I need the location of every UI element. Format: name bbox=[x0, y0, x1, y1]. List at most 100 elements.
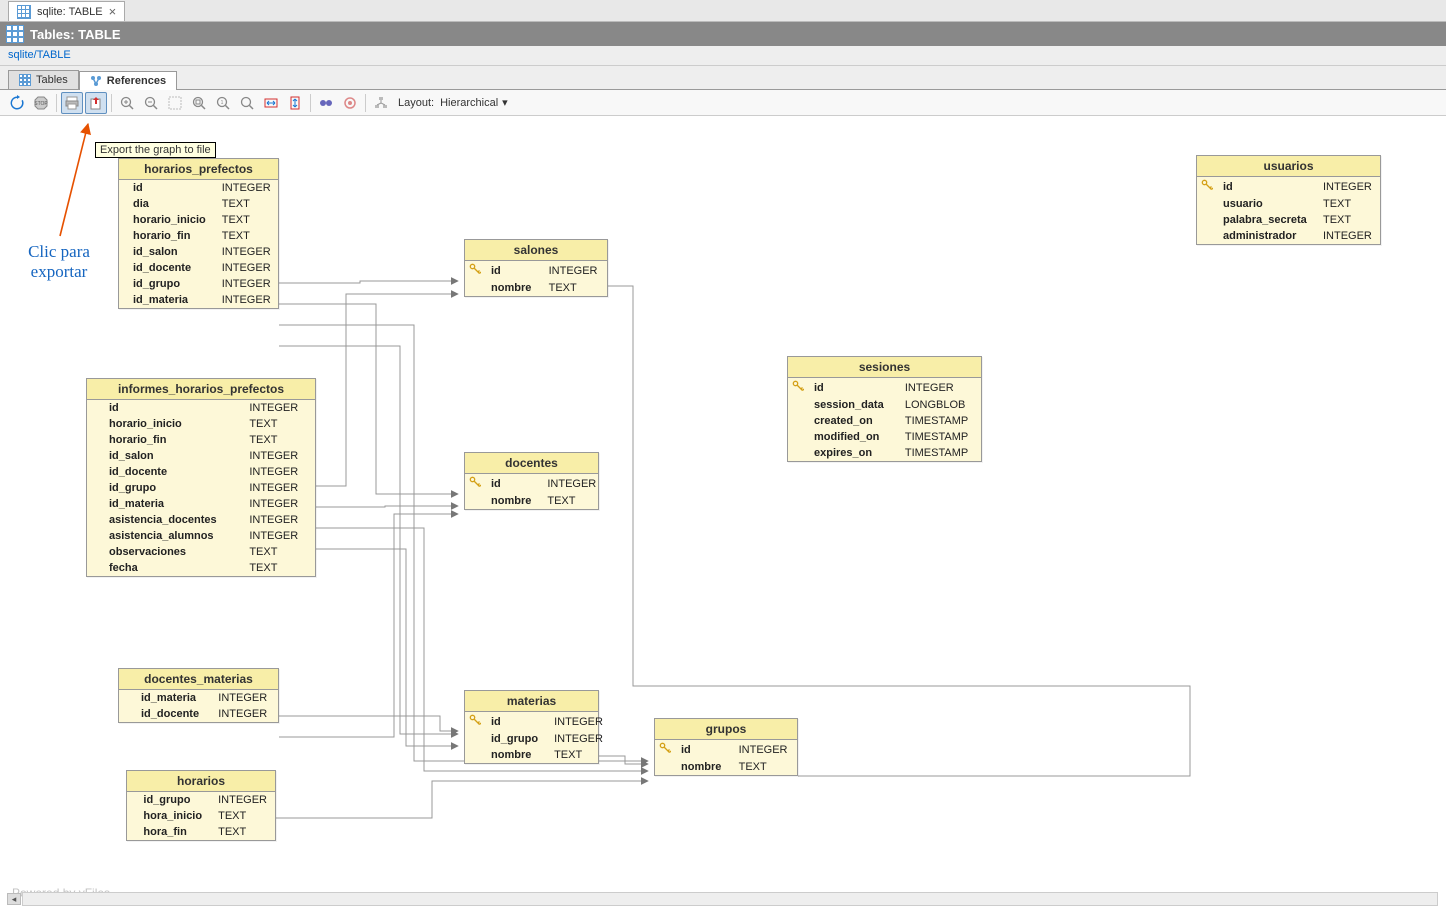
table-row: asistencia_docentesINTEGER bbox=[87, 512, 315, 528]
table-row: idINTEGER bbox=[87, 400, 315, 416]
table-row: session_dataLONGBLOB bbox=[788, 397, 981, 413]
db-table-usuarios[interactable]: usuariosidINTEGERusuarioTEXTpalabra_secr… bbox=[1196, 155, 1381, 245]
zoom-select-button[interactable] bbox=[164, 92, 186, 114]
svg-text:STOP: STOP bbox=[34, 101, 48, 107]
table-row: administradorINTEGER bbox=[1197, 228, 1380, 244]
tab-tables[interactable]: Tables bbox=[8, 70, 79, 89]
zoom-in-button[interactable] bbox=[116, 92, 138, 114]
db-table-docentes_materias[interactable]: docentes_materiasid_materiaINTEGERid_doc… bbox=[118, 668, 279, 723]
layout-dropdown[interactable]: Hierarchical ▾ bbox=[440, 96, 508, 109]
db-table-grupos[interactable]: gruposidINTEGERnombreTEXT bbox=[654, 718, 798, 776]
table-row: idINTEGER bbox=[465, 261, 607, 280]
table-row: id_docenteINTEGER bbox=[119, 706, 278, 722]
table-row: expires_onTIMESTAMP bbox=[788, 445, 981, 461]
export-tooltip: Export the graph to file bbox=[95, 142, 216, 158]
table-row: idINTEGER bbox=[788, 378, 981, 397]
table-row: id_grupoINTEGER bbox=[127, 792, 275, 808]
fit-width-button[interactable] bbox=[260, 92, 282, 114]
zoom-autofit-button[interactable] bbox=[236, 92, 258, 114]
title-bar-label: Tables: TABLE bbox=[30, 27, 121, 42]
db-table-title: informes_horarios_prefectos bbox=[87, 379, 315, 400]
layout-prefix: Layout: bbox=[398, 97, 434, 109]
table-row: id_docenteINTEGER bbox=[119, 260, 279, 276]
table-row: horario_inicioTEXT bbox=[87, 416, 315, 432]
layout-value: Hierarchical bbox=[440, 97, 498, 109]
table-row: palabra_secretaTEXT bbox=[1197, 212, 1380, 228]
chevron-down-icon: ▾ bbox=[502, 96, 508, 109]
layout-icon-button[interactable] bbox=[370, 92, 392, 114]
table-row: asistencia_alumnosINTEGER bbox=[87, 528, 315, 544]
close-tab-icon[interactable]: × bbox=[109, 4, 117, 19]
breadcrumb[interactable]: sqlite/TABLE bbox=[0, 46, 1446, 66]
table-row: usuarioTEXT bbox=[1197, 196, 1380, 212]
stop-button[interactable]: STOP bbox=[30, 92, 52, 114]
tab-label: Tables bbox=[36, 74, 68, 86]
diagram-canvas[interactable]: Clic para exportar Export the graph to f… bbox=[0, 116, 1446, 906]
table-grid-icon bbox=[17, 5, 31, 19]
db-table-docentes[interactable]: docentesidINTEGERnombreTEXT bbox=[464, 452, 599, 510]
primary-key-icon bbox=[469, 714, 481, 726]
table-row: id_docenteINTEGER bbox=[87, 464, 315, 480]
db-table-title: docentes bbox=[465, 453, 598, 474]
db-table-title: usuarios bbox=[1197, 156, 1380, 177]
table-row: fechaTEXT bbox=[87, 560, 315, 576]
tab-label: References bbox=[107, 75, 166, 87]
fit-height-button[interactable] bbox=[284, 92, 306, 114]
print-button[interactable] bbox=[61, 92, 83, 114]
primary-key-icon bbox=[659, 742, 671, 754]
horizontal-scrollbar[interactable]: ◂ bbox=[22, 892, 1438, 906]
table-row: hora_inicioTEXT bbox=[127, 808, 275, 824]
primary-key-icon bbox=[469, 263, 481, 275]
table-row: horario_finTEXT bbox=[119, 228, 279, 244]
toolbar-separator bbox=[310, 94, 311, 112]
table-row: id_grupoINTEGER bbox=[465, 731, 611, 747]
table-row: nombreTEXT bbox=[465, 280, 607, 296]
annotation-arrow bbox=[0, 116, 120, 266]
annotation-text: Clic para exportar bbox=[14, 242, 104, 283]
export-button[interactable] bbox=[85, 92, 107, 114]
db-table-title: horarios_prefectos bbox=[119, 159, 278, 180]
settings-button[interactable] bbox=[339, 92, 361, 114]
primary-key-icon bbox=[792, 380, 804, 392]
table-row: nombreTEXT bbox=[655, 759, 797, 775]
db-table-title: materias bbox=[465, 691, 598, 712]
tab-references[interactable]: References bbox=[79, 71, 177, 90]
view-mode-button[interactable] bbox=[315, 92, 337, 114]
db-table-title: grupos bbox=[655, 719, 797, 740]
table-row: created_onTIMESTAMP bbox=[788, 413, 981, 429]
scroll-left-button[interactable]: ◂ bbox=[7, 893, 21, 905]
toolbar-separator bbox=[111, 94, 112, 112]
file-tab[interactable]: sqlite: TABLE × bbox=[8, 1, 125, 21]
table-row: idINTEGER bbox=[465, 474, 604, 493]
toolbar-separator bbox=[365, 94, 366, 112]
zoom-out-button[interactable] bbox=[140, 92, 162, 114]
table-row: idINTEGER bbox=[119, 180, 279, 196]
app-root: sqlite: TABLE × Tables: TABLE sqlite/TAB… bbox=[0, 0, 1446, 906]
toolbar-separator bbox=[56, 94, 57, 112]
table-row: idINTEGER bbox=[465, 712, 611, 731]
db-table-title: horarios bbox=[127, 771, 275, 792]
table-row: id_salonINTEGER bbox=[119, 244, 279, 260]
db-table-horarios[interactable]: horariosid_grupoINTEGERhora_inicioTEXTho… bbox=[126, 770, 276, 841]
table-row: idINTEGER bbox=[1197, 177, 1380, 196]
table-row: nombreTEXT bbox=[465, 493, 604, 509]
db-table-salones[interactable]: salonesidINTEGERnombreTEXT bbox=[464, 239, 608, 297]
table-row: id_materiaINTEGER bbox=[119, 292, 279, 308]
table-row: horario_inicioTEXT bbox=[119, 212, 279, 228]
filetab-row: sqlite: TABLE × bbox=[0, 0, 1446, 22]
db-table-informes_horarios_prefectos[interactable]: informes_horarios_prefectosidINTEGERhora… bbox=[86, 378, 316, 577]
db-table-title: docentes_materias bbox=[119, 669, 278, 690]
table-row: hora_finTEXT bbox=[127, 824, 275, 840]
references-icon bbox=[90, 75, 102, 87]
svg-text:1: 1 bbox=[221, 100, 224, 106]
table-row: id_grupoINTEGER bbox=[119, 276, 279, 292]
refresh-button[interactable] bbox=[6, 92, 28, 114]
primary-key-icon bbox=[1201, 179, 1213, 191]
primary-key-icon bbox=[469, 476, 481, 488]
db-table-materias[interactable]: materiasidINTEGERid_grupoINTEGERnombreTE… bbox=[464, 690, 599, 764]
zoom-fit-button[interactable] bbox=[188, 92, 210, 114]
table-row: observacionesTEXT bbox=[87, 544, 315, 560]
db-table-horarios_prefectos[interactable]: horarios_prefectosidINTEGERdiaTEXThorari… bbox=[118, 158, 279, 309]
zoom-100-button[interactable]: 1 bbox=[212, 92, 234, 114]
db-table-sesiones[interactable]: sesionesidINTEGERsession_dataLONGBLOBcre… bbox=[787, 356, 982, 462]
